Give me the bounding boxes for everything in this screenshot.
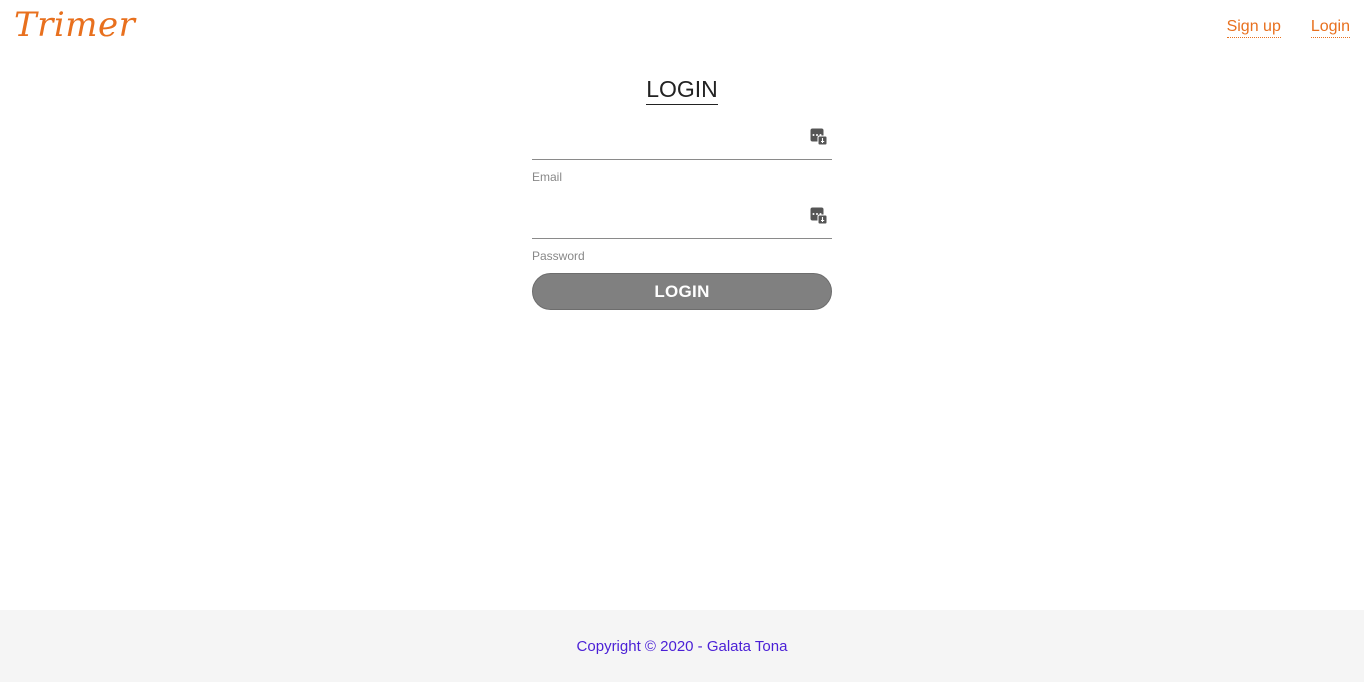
password-field-wrapper (532, 199, 832, 239)
email-field-wrapper (532, 120, 832, 160)
nav-login-link[interactable]: Login (1310, 17, 1350, 38)
password-label: Password (532, 249, 585, 263)
password-manager-icon[interactable] (810, 207, 827, 224)
password-manager-icon[interactable] (810, 128, 827, 145)
nav-signup-link[interactable]: Sign up (1226, 17, 1281, 38)
page-title: LOGIN (646, 75, 718, 105)
copyright-text: Copyright © 2020 - Galata Tona (576, 637, 788, 655)
login-button[interactable]: LOGIN (532, 273, 832, 310)
top-nav: Sign up Login (1226, 17, 1350, 38)
email-label: Email (532, 170, 563, 184)
email-field[interactable] (532, 120, 832, 159)
password-field[interactable] (532, 199, 832, 238)
page-title-wrapper: LOGIN (0, 75, 1364, 105)
login-form: Email Password LOGIN (532, 120, 832, 310)
brand-logo[interactable]: Trimer (14, 3, 135, 47)
footer: Copyright © 2020 - Galata Tona (0, 610, 1364, 682)
